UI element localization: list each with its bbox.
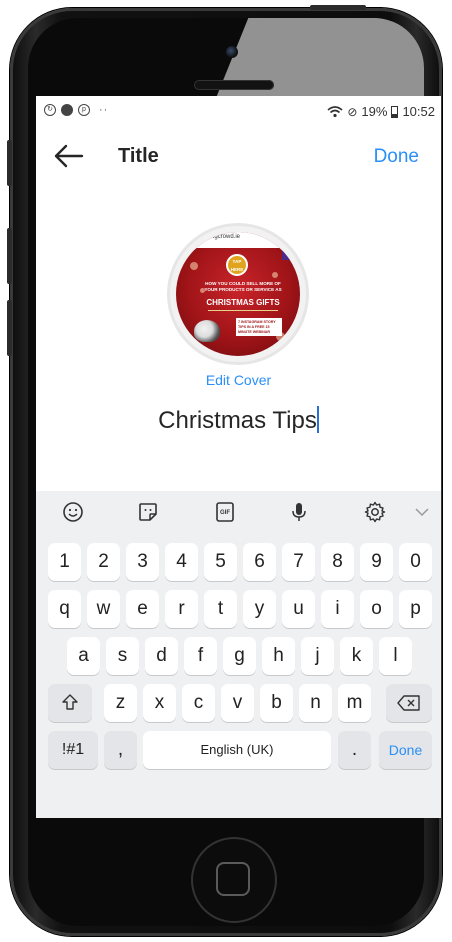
key-0[interactable]: 0 bbox=[399, 543, 432, 581]
symbols-key[interactable]: !#1 bbox=[48, 731, 98, 769]
app-screen: ↻ p ·· ⊘ 19% 10:52 Title Done ...ngcrowd… bbox=[36, 96, 441, 818]
mic-icon[interactable] bbox=[287, 500, 311, 524]
comma-key[interactable]: , bbox=[104, 731, 137, 769]
wifi-icon bbox=[327, 105, 343, 117]
back-arrow-icon[interactable] bbox=[52, 142, 86, 170]
key-8[interactable]: 8 bbox=[321, 543, 354, 581]
volume-up-button bbox=[7, 228, 12, 284]
shift-key[interactable] bbox=[48, 684, 92, 722]
instagram-icon bbox=[61, 104, 73, 116]
smiley-icon[interactable] bbox=[61, 500, 85, 524]
key-k[interactable]: k bbox=[340, 637, 373, 675]
svg-text:GIF: GIF bbox=[220, 510, 230, 516]
key-7[interactable]: 7 bbox=[282, 543, 315, 581]
key-y[interactable]: y bbox=[243, 590, 276, 628]
chevron-down-icon[interactable] bbox=[410, 500, 434, 524]
gif-icon[interactable]: GIF bbox=[213, 500, 237, 524]
key-j[interactable]: j bbox=[301, 637, 334, 675]
keyboard: GIF 1 2 3 4 5 6 7 8 9 0 q w e r t y u i … bbox=[36, 491, 441, 818]
key-g[interactable]: g bbox=[223, 637, 256, 675]
key-1[interactable]: 1 bbox=[48, 543, 81, 581]
shift-icon bbox=[62, 694, 78, 710]
sync-icon: ↻ bbox=[44, 104, 56, 116]
key-t[interactable]: t bbox=[204, 590, 237, 628]
key-l[interactable]: l bbox=[379, 637, 412, 675]
key-z[interactable]: z bbox=[104, 684, 137, 722]
key-u[interactable]: u bbox=[282, 590, 315, 628]
keyboard-done-key[interactable]: Done bbox=[379, 731, 432, 769]
cover-headline: HOW YOU COULD SELL MORE OF YOUR PRODUCTS… bbox=[204, 281, 282, 292]
key-o[interactable]: o bbox=[360, 590, 393, 628]
key-r[interactable]: r bbox=[165, 590, 198, 628]
cover-big-text: CHRISTMAS GIFTS bbox=[206, 298, 280, 307]
key-f[interactable]: f bbox=[184, 637, 217, 675]
key-w[interactable]: w bbox=[87, 590, 120, 628]
edit-cover-link[interactable]: Edit Cover bbox=[36, 372, 441, 388]
key-c[interactable]: c bbox=[182, 684, 215, 722]
space-key[interactable]: English (UK) bbox=[143, 731, 331, 769]
cover-divider bbox=[208, 310, 278, 311]
key-3[interactable]: 3 bbox=[126, 543, 159, 581]
mute-switch bbox=[7, 140, 12, 186]
cover-dog bbox=[194, 320, 220, 342]
done-button[interactable]: Done bbox=[374, 146, 419, 168]
earpiece-speaker bbox=[194, 80, 274, 90]
key-q[interactable]: q bbox=[48, 590, 81, 628]
key-i[interactable]: i bbox=[321, 590, 354, 628]
highlight-cover[interactable]: ...ngcrowd.ie TAP HERE HOW YOU COULD SEL… bbox=[170, 226, 306, 362]
battery-percent: 19% bbox=[361, 104, 388, 119]
key-p[interactable]: p bbox=[399, 590, 432, 628]
key-a[interactable]: a bbox=[67, 637, 100, 675]
sticker-icon[interactable] bbox=[136, 500, 160, 524]
front-camera bbox=[226, 46, 238, 58]
key-d[interactable]: d bbox=[145, 637, 178, 675]
key-s[interactable]: s bbox=[106, 637, 139, 675]
home-square-icon bbox=[216, 862, 250, 896]
key-b[interactable]: b bbox=[260, 684, 293, 722]
title-input-value: Christmas Tips bbox=[158, 407, 317, 434]
cover-image: ...ngcrowd.ie TAP HERE HOW YOU COULD SEL… bbox=[176, 232, 300, 356]
cover-site: ...ngcrowd.ie bbox=[206, 234, 241, 240]
title-input[interactable]: Christmas Tips bbox=[36, 406, 441, 435]
key-m[interactable]: m bbox=[338, 684, 371, 722]
text-caret bbox=[316, 406, 319, 433]
battery-icon bbox=[391, 105, 399, 118]
backspace-icon bbox=[397, 695, 420, 711]
key-4[interactable]: 4 bbox=[165, 543, 198, 581]
key-6[interactable]: 6 bbox=[243, 543, 276, 581]
status-dots: ·· bbox=[99, 104, 109, 116]
home-button[interactable] bbox=[191, 837, 277, 923]
key-v[interactable]: v bbox=[221, 684, 254, 722]
cover-logo: TAP HERE bbox=[226, 254, 248, 276]
status-bar: ↻ p ·· ⊘ 19% 10:52 bbox=[36, 96, 441, 126]
backspace-key[interactable] bbox=[386, 684, 432, 722]
key-x[interactable]: x bbox=[143, 684, 176, 722]
volume-down-button bbox=[7, 300, 12, 356]
power-button bbox=[310, 5, 366, 10]
cover-promo-box: 7 INSTAGRAM STORY TIPS IN A FREE 15 MINU… bbox=[236, 318, 282, 336]
no-signal-icon: ⊘ bbox=[347, 104, 358, 119]
app-bar: Title Done bbox=[36, 136, 441, 176]
gear-icon[interactable] bbox=[363, 500, 387, 524]
pinterest-icon: p bbox=[78, 104, 90, 116]
period-key[interactable]: . bbox=[338, 731, 371, 769]
status-time: 10:52 bbox=[402, 104, 435, 119]
key-h[interactable]: h bbox=[262, 637, 295, 675]
page-title: Title bbox=[118, 145, 159, 167]
key-9[interactable]: 9 bbox=[360, 543, 393, 581]
key-2[interactable]: 2 bbox=[87, 543, 120, 581]
key-5[interactable]: 5 bbox=[204, 543, 237, 581]
bokeh-dot bbox=[272, 272, 278, 278]
key-e[interactable]: e bbox=[126, 590, 159, 628]
cover-corner-tab bbox=[282, 246, 300, 260]
bokeh-dot bbox=[190, 262, 198, 270]
keyboard-toolbar: GIF bbox=[36, 491, 441, 535]
key-n[interactable]: n bbox=[299, 684, 332, 722]
